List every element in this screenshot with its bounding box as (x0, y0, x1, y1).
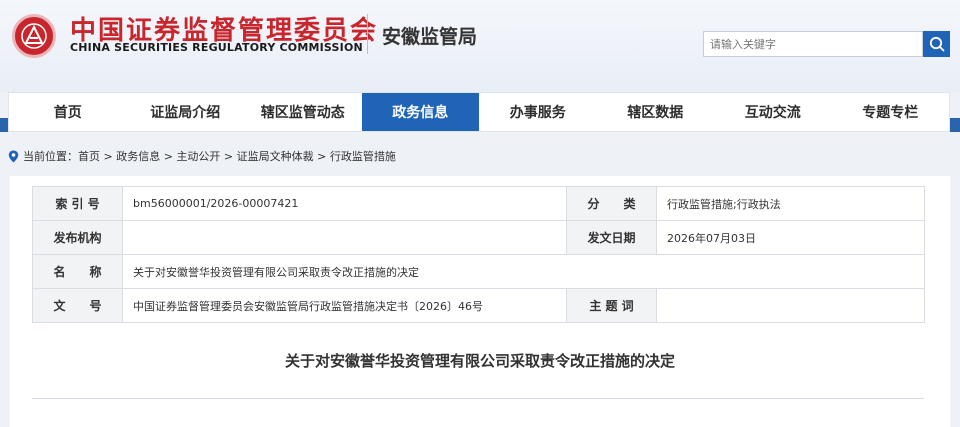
site-header: 中国证券监督管理委员会 CHINA SECURITIES REGULATORY … (0, 0, 960, 92)
table-row: 文 号 中国证券监督管理委员会安徽监管局行政监管措施决定书〔2026〕46号 主… (32, 288, 925, 323)
breadcrumb-separator: > (220, 149, 237, 163)
nav-item-5[interactable]: 辖区数据 (597, 93, 715, 131)
nav-item-7[interactable]: 专题专栏 (832, 93, 950, 131)
index-number-label: 索 引 号 (32, 186, 123, 221)
category-label: 分 类 (566, 186, 657, 221)
breadcrumb-link-3[interactable]: 证监局文种体裁 (237, 148, 314, 164)
breadcrumb-link-0[interactable]: 首页 (78, 148, 100, 164)
main-nav: 首页 证监局介绍 辖区监管动态 政务信息 办事服务 辖区数据 互动交流 专题专栏 (8, 92, 950, 132)
nav-item-1[interactable]: 证监局介绍 (127, 93, 245, 131)
nav-item-6[interactable]: 互动交流 (714, 93, 832, 131)
issue-date-label: 发文日期 (566, 220, 657, 255)
logo-english-name[interactable]: CHINA SECURITIES REGULATORY COMMISSION (70, 41, 363, 54)
magnifier-icon (929, 36, 944, 52)
nav-item-0[interactable]: 首页 (9, 93, 127, 131)
document-number-label: 文 号 (32, 288, 123, 323)
keywords-label: 主 题 词 (566, 288, 657, 323)
name-label: 名 称 (32, 254, 123, 289)
search-button[interactable] (923, 31, 950, 57)
nav-item-4[interactable]: 办事服务 (479, 93, 597, 131)
breadcrumb-separator: > (313, 149, 330, 163)
document-meta-table: 索 引 号 bm56000001/2026-00007421 分 类 行政监管措… (32, 186, 925, 323)
issuer-label: 发布机构 (32, 220, 123, 255)
bureau-name: 安徽监管局 (382, 26, 478, 48)
index-number-value: bm56000001/2026-00007421 (122, 186, 567, 221)
content-panel: 索 引 号 bm56000001/2026-00007421 分 类 行政监管措… (10, 176, 950, 427)
issue-date-value: 2026年07月03日 (656, 220, 925, 255)
table-row: 索 引 号 bm56000001/2026-00007421 分 类 行政监管措… (32, 186, 925, 221)
breadcrumb-separator: > (160, 149, 177, 163)
breadcrumb-link-1[interactable]: 政务信息 (116, 148, 160, 164)
document-title: 关于对安徽誉华投资管理有限公司采取责令改正措施的决定 (284, 352, 675, 370)
title-divider (32, 398, 924, 399)
location-pin-icon (8, 150, 19, 163)
table-row: 发布机构 发文日期 2026年07月03日 (32, 220, 925, 255)
nav-item-2[interactable]: 辖区监管动态 (244, 93, 362, 131)
breadcrumb: 当前位置： 首页 > 政务信息 > 主动公开 > 证监局文种体裁 > 行政监管措… (8, 148, 396, 164)
table-row: 名 称 关于对安徽誉华投资管理有限公司采取责令改正措施的决定 (32, 254, 925, 289)
search-input[interactable] (703, 31, 923, 57)
name-value: 关于对安徽誉华投资管理有限公司采取责令改正措施的决定 (122, 254, 925, 289)
breadcrumb-link-2[interactable]: 主动公开 (176, 148, 220, 164)
breadcrumb-prefix: 当前位置： (23, 150, 78, 163)
nav-item-3[interactable]: 政务信息 (361, 93, 479, 131)
breadcrumb-separator: > (100, 149, 117, 163)
header-divider (367, 14, 368, 54)
category-value: 行政监管措施;行政执法 (656, 186, 925, 221)
breadcrumb-link-4[interactable]: 行政监管措施 (330, 148, 396, 164)
document-number-value: 中国证券监督管理委员会安徽监管局行政监管措施决定书〔2026〕46号 (122, 288, 567, 323)
csrc-emblem-icon[interactable] (12, 14, 56, 58)
issuer-value (122, 220, 567, 255)
keywords-value (656, 288, 925, 323)
